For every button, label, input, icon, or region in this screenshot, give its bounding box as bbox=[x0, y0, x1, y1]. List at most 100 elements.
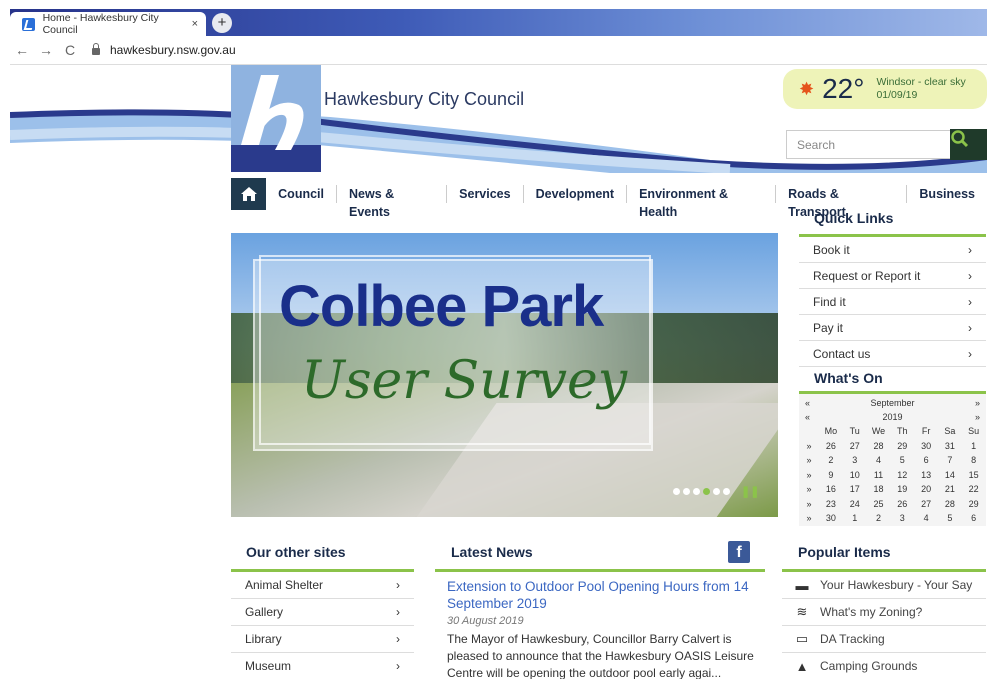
calendar-day[interactable]: 10 bbox=[843, 470, 867, 480]
calendar-day[interactable]: 28 bbox=[867, 441, 891, 451]
calendar-day[interactable]: 28 bbox=[938, 499, 962, 509]
nav-environment-health[interactable]: Environment & Health bbox=[627, 185, 777, 219]
calendar-day[interactable]: 29 bbox=[890, 441, 914, 451]
calendar-day[interactable]: 27 bbox=[914, 499, 938, 509]
calendar-day[interactable]: 26 bbox=[819, 441, 843, 451]
quick-links-heading: Quick Links bbox=[814, 210, 894, 226]
news-article-title[interactable]: Extension to Outdoor Pool Opening Hours … bbox=[435, 578, 765, 612]
quick-link-request-report[interactable]: Request or Report it › bbox=[799, 263, 986, 289]
back-icon[interactable]: ← bbox=[10, 42, 34, 58]
calendar-day[interactable]: 6 bbox=[962, 513, 986, 523]
calendar-day[interactable]: 1 bbox=[962, 441, 986, 451]
prev-year-button[interactable]: « bbox=[805, 412, 810, 422]
calendar-day[interactable]: 18 bbox=[867, 484, 891, 494]
calendar-day[interactable]: 30 bbox=[819, 513, 843, 523]
quick-link-book-it[interactable]: Book it › bbox=[799, 237, 986, 263]
calendar-day[interactable]: 8 bbox=[962, 455, 986, 465]
calendar-day[interactable]: 3 bbox=[890, 513, 914, 523]
calendar-day[interactable]: 20 bbox=[914, 484, 938, 494]
quick-link-label: Request or Report it bbox=[813, 268, 921, 283]
week-expand-icon[interactable]: » bbox=[799, 484, 819, 494]
slider-dot-active[interactable] bbox=[703, 488, 710, 495]
next-month-button[interactable]: » bbox=[975, 398, 980, 408]
quick-link-pay-it[interactable]: Pay it › bbox=[799, 315, 986, 341]
forward-icon[interactable]: → bbox=[34, 42, 58, 58]
calendar-day[interactable]: 29 bbox=[962, 499, 986, 509]
quick-link-find-it[interactable]: Find it › bbox=[799, 289, 986, 315]
popular-item-zoning[interactable]: ≋ What's my Zoning? bbox=[782, 599, 986, 626]
slider-dot[interactable] bbox=[723, 488, 730, 495]
next-year-button[interactable]: » bbox=[975, 412, 980, 422]
week-expand-icon[interactable]: » bbox=[799, 470, 819, 480]
other-site-museum[interactable]: Museum › bbox=[231, 653, 414, 679]
calendar-day[interactable]: 21 bbox=[938, 484, 962, 494]
other-site-label: Library bbox=[245, 632, 282, 646]
nav-roads-transport[interactable]: Roads & Transport bbox=[776, 185, 908, 219]
week-expand-icon[interactable]: » bbox=[799, 513, 819, 523]
calendar-day[interactable]: 12 bbox=[890, 470, 914, 480]
site-header: Hawkesbury City Council ✸ 22° Windsor - … bbox=[10, 65, 987, 173]
weather-location: Windsor - clear sky bbox=[876, 76, 966, 88]
calendar-day[interactable]: 17 bbox=[843, 484, 867, 494]
slider-dot[interactable] bbox=[683, 488, 690, 495]
calendar-day[interactable]: 31 bbox=[938, 441, 962, 451]
calendar-day[interactable]: 2 bbox=[867, 513, 891, 523]
nav-council[interactable]: Council bbox=[266, 185, 337, 203]
calendar-day[interactable]: 5 bbox=[938, 513, 962, 523]
calendar-day[interactable]: 4 bbox=[867, 455, 891, 465]
pause-icon[interactable]: ❚❚ bbox=[741, 485, 759, 498]
week-expand-icon[interactable]: » bbox=[799, 455, 819, 465]
other-site-animal-shelter[interactable]: Animal Shelter › bbox=[231, 572, 414, 599]
calendar-day[interactable]: 24 bbox=[843, 499, 867, 509]
other-site-label: Animal Shelter bbox=[245, 578, 324, 592]
popular-item-da-tracking[interactable]: ▭ DA Tracking bbox=[782, 626, 986, 653]
home-button[interactable] bbox=[231, 178, 267, 210]
slider-dot[interactable] bbox=[713, 488, 720, 495]
prev-month-button[interactable]: « bbox=[805, 398, 810, 408]
calendar-day[interactable]: 25 bbox=[867, 499, 891, 509]
calendar-day[interactable]: 9 bbox=[819, 470, 843, 480]
nav-news-events[interactable]: News & Events bbox=[337, 185, 448, 219]
search-button[interactable] bbox=[950, 129, 987, 160]
calendar-day[interactable]: 1 bbox=[843, 513, 867, 523]
close-tab-icon[interactable]: × bbox=[192, 18, 198, 30]
calendar-day[interactable]: 15 bbox=[962, 470, 986, 480]
quick-link-contact-us[interactable]: Contact us › bbox=[799, 341, 986, 367]
browser-tab[interactable]: Home - Hawkesbury City Council × bbox=[10, 12, 206, 36]
calendar-day[interactable]: 6 bbox=[914, 455, 938, 465]
calendar-day[interactable]: 3 bbox=[843, 455, 867, 465]
calendar-day[interactable]: 23 bbox=[819, 499, 843, 509]
calendar-day[interactable]: 11 bbox=[867, 470, 891, 480]
reload-icon[interactable]: C bbox=[58, 42, 82, 58]
new-tab-button[interactable]: + bbox=[212, 13, 232, 33]
other-site-gallery[interactable]: Gallery › bbox=[231, 599, 414, 626]
slider-dot[interactable] bbox=[693, 488, 700, 495]
calendar-day[interactable]: 26 bbox=[890, 499, 914, 509]
council-logo[interactable] bbox=[231, 65, 321, 172]
calendar-day[interactable]: 27 bbox=[843, 441, 867, 451]
other-site-label: Gallery bbox=[245, 605, 284, 619]
week-expand-icon[interactable]: » bbox=[799, 441, 819, 451]
slider-dot[interactable] bbox=[673, 488, 680, 495]
nav-development[interactable]: Development bbox=[524, 185, 628, 203]
search-input[interactable] bbox=[786, 130, 952, 159]
hero-slider[interactable]: Colbee Park User Survey ❚❚ bbox=[231, 233, 778, 517]
week-expand-icon[interactable]: » bbox=[799, 499, 819, 509]
popular-item-your-say[interactable]: ▬ Your Hawkesbury - Your Say bbox=[782, 572, 986, 599]
nav-services[interactable]: Services bbox=[447, 185, 524, 203]
calendar-day[interactable]: 14 bbox=[938, 470, 962, 480]
other-site-library[interactable]: Library › bbox=[231, 626, 414, 653]
calendar-day[interactable]: 4 bbox=[914, 513, 938, 523]
calendar-day[interactable]: 16 bbox=[819, 484, 843, 494]
calendar-day[interactable]: 30 bbox=[914, 441, 938, 451]
calendar-day[interactable]: 22 bbox=[962, 484, 986, 494]
calendar-day[interactable]: 19 bbox=[890, 484, 914, 494]
url-field[interactable]: hawkesbury.nsw.gov.au bbox=[92, 42, 236, 57]
popular-item-camping[interactable]: ▲ Camping Grounds bbox=[782, 653, 986, 679]
calendar-day[interactable]: 7 bbox=[938, 455, 962, 465]
calendar-day[interactable]: 13 bbox=[914, 470, 938, 480]
calendar-day[interactable]: 2 bbox=[819, 455, 843, 465]
calendar-day[interactable]: 5 bbox=[890, 455, 914, 465]
nav-business[interactable]: Business bbox=[907, 185, 987, 203]
facebook-icon[interactable]: f bbox=[728, 541, 750, 563]
